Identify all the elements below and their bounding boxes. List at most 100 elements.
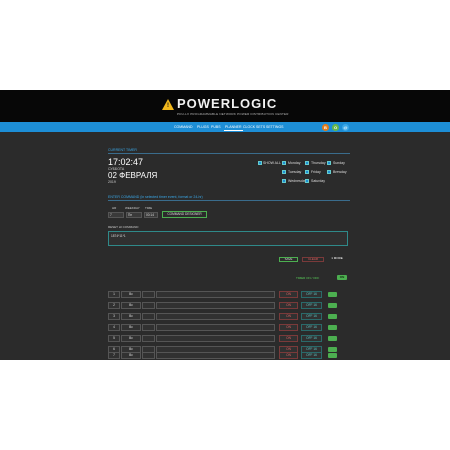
row-off-button[interactable]: OFF 16 <box>301 291 322 298</box>
brewday-checkbox[interactable] <box>327 170 331 174</box>
time-input[interactable]: 00:14 <box>144 212 158 218</box>
row-toggle[interactable] <box>328 314 337 319</box>
friday-checkbox[interactable] <box>305 170 309 174</box>
row-type[interactable]: Вс <box>121 335 141 342</box>
timer-row: 2 Вс ON OFF 16 <box>108 302 350 309</box>
row-type[interactable]: Вс <box>121 302 141 309</box>
row-off-button[interactable]: OFF 16 <box>301 352 322 359</box>
hr-label: HR <box>112 206 117 210</box>
row-type[interactable]: Вс <box>121 291 141 298</box>
friday-label: Friday <box>311 170 321 174</box>
show-all-checkbox[interactable] <box>258 161 262 165</box>
current-year: 2019 <box>108 180 116 184</box>
row-command[interactable] <box>156 291 275 298</box>
sunday-checkbox[interactable] <box>327 161 331 165</box>
logo-tagline: PDU-LX PROGRAMMABLE NETWORK POWER DISTRI… <box>177 112 289 116</box>
sunday-label: Sunday <box>333 161 345 165</box>
row-on-button[interactable]: ON <box>279 335 298 342</box>
timer-row: 7 Вс ON OFF 16 <box>108 352 350 359</box>
row-toggle[interactable] <box>328 353 337 358</box>
logo-text[interactable]: POWERLOGIC <box>177 97 277 111</box>
timer-list-label: TIMER ON / OFF <box>296 276 320 280</box>
row-off-button[interactable]: OFF 16 <box>301 313 322 320</box>
thursday-label: Thursday <box>311 161 326 165</box>
row-number: 3 <box>108 313 120 320</box>
command-textarea[interactable]: 1874*11*1 <box>108 231 348 246</box>
vk-icon[interactable]: B <box>322 124 329 131</box>
nav-bar: COMMAND PLUGS PUBS PLANNER CLOCK SETS SE… <box>0 122 450 132</box>
timer-row: 4 Вс ON OFF 16 <box>108 324 350 331</box>
thursday-checkbox[interactable] <box>305 161 309 165</box>
globe-icon[interactable]: @ <box>342 124 349 131</box>
brewday-label: Brewday <box>333 170 347 174</box>
row-number: 2 <box>108 302 120 309</box>
tuesday-label: Tuesday <box>288 170 302 174</box>
show-all-label: SHOW ALL <box>263 161 281 165</box>
row-toggle[interactable] <box>328 336 337 341</box>
row-slot[interactable] <box>142 352 155 359</box>
odnoklassniki-icon[interactable]: O <box>332 124 339 131</box>
row-type[interactable]: Вс <box>121 352 141 359</box>
row-slot[interactable] <box>142 302 155 309</box>
row-on-button[interactable]: ON <box>279 291 298 298</box>
row-slot[interactable] <box>142 291 155 298</box>
row-on-button[interactable]: ON <box>279 352 298 359</box>
row-command[interactable] <box>156 324 275 331</box>
row-command[interactable] <box>156 302 275 309</box>
row-off-button[interactable]: OFF 16 <box>301 302 322 309</box>
logo-mark: ! <box>167 103 169 109</box>
hr-select[interactable]: 7 <box>108 212 124 218</box>
row-on-button[interactable]: ON <box>279 302 298 309</box>
row-number: 1 <box>108 291 120 298</box>
weekday-select[interactable]: Пн <box>126 212 142 218</box>
row-number: 5 <box>108 335 120 342</box>
row-off-button[interactable]: OFF 16 <box>301 335 322 342</box>
current-date: 02 ФЕВРАЛЯ <box>108 171 158 180</box>
command-section-title: ENTER COMMAND (in selected timer event, … <box>108 195 203 199</box>
row-toggle[interactable] <box>328 325 337 330</box>
row-slot[interactable] <box>142 313 155 320</box>
row-off-button[interactable]: OFF 16 <box>301 324 322 331</box>
row-on-button[interactable]: ON <box>279 324 298 331</box>
nav-item-plugs[interactable]: PLUGS <box>196 125 210 130</box>
timer-master-toggle[interactable]: ON <box>337 275 347 280</box>
more-link[interactable]: 1 MORE <box>327 257 347 262</box>
section-divider <box>108 200 350 201</box>
weekday-label: WEEKDAY <box>125 206 140 210</box>
timer-row: 3 Вс ON OFF 16 <box>108 313 350 320</box>
nav-item-settings[interactable]: SETTINGS <box>265 125 285 130</box>
nav-item-pubs[interactable]: PUBS <box>210 125 222 130</box>
timer-row: 1 Вс ON OFF 16 <box>108 291 350 298</box>
row-slot[interactable] <box>142 335 155 342</box>
row-command[interactable] <box>156 313 275 320</box>
timer-row: 5 Вс ON OFF 16 <box>108 335 350 342</box>
save-button[interactable]: SAVE <box>279 257 298 262</box>
reset-command-label: RESET HI COMMAND <box>108 225 139 229</box>
row-command[interactable] <box>156 335 275 342</box>
current-time: 17:02:47 <box>108 157 144 167</box>
row-command[interactable] <box>156 352 275 359</box>
section-divider <box>108 153 350 154</box>
wednesday-checkbox[interactable] <box>282 179 286 183</box>
row-toggle[interactable] <box>328 292 337 297</box>
tuesday-checkbox[interactable] <box>282 170 286 174</box>
row-number: 4 <box>108 324 120 331</box>
row-number: 7 <box>108 352 120 359</box>
saturday-label: Saturday <box>311 179 326 183</box>
row-type[interactable]: Вс <box>121 324 141 331</box>
row-type[interactable]: Вс <box>121 313 141 320</box>
nav-item-planner[interactable]: PLANNER <box>224 125 243 131</box>
time-label: TIME <box>145 206 153 210</box>
row-toggle[interactable] <box>328 303 337 308</box>
nav-item-command[interactable]: COMMAND <box>173 125 193 130</box>
monday-checkbox[interactable] <box>282 161 286 165</box>
clear-button[interactable]: CLEAR <box>302 257 324 262</box>
command-designer-button[interactable]: COMMAND DESIGNER <box>162 211 207 218</box>
clock-section-title: CURRENT TIMER <box>108 148 137 152</box>
monday-label: Monday <box>288 161 301 165</box>
row-slot[interactable] <box>142 324 155 331</box>
nav-item-clock-sets[interactable]: CLOCK SETS <box>242 125 266 130</box>
saturday-checkbox[interactable] <box>305 179 309 183</box>
row-on-button[interactable]: ON <box>279 313 298 320</box>
header-bar: ! POWERLOGIC PDU-LX PROGRAMMABLE NETWORK… <box>0 90 450 122</box>
